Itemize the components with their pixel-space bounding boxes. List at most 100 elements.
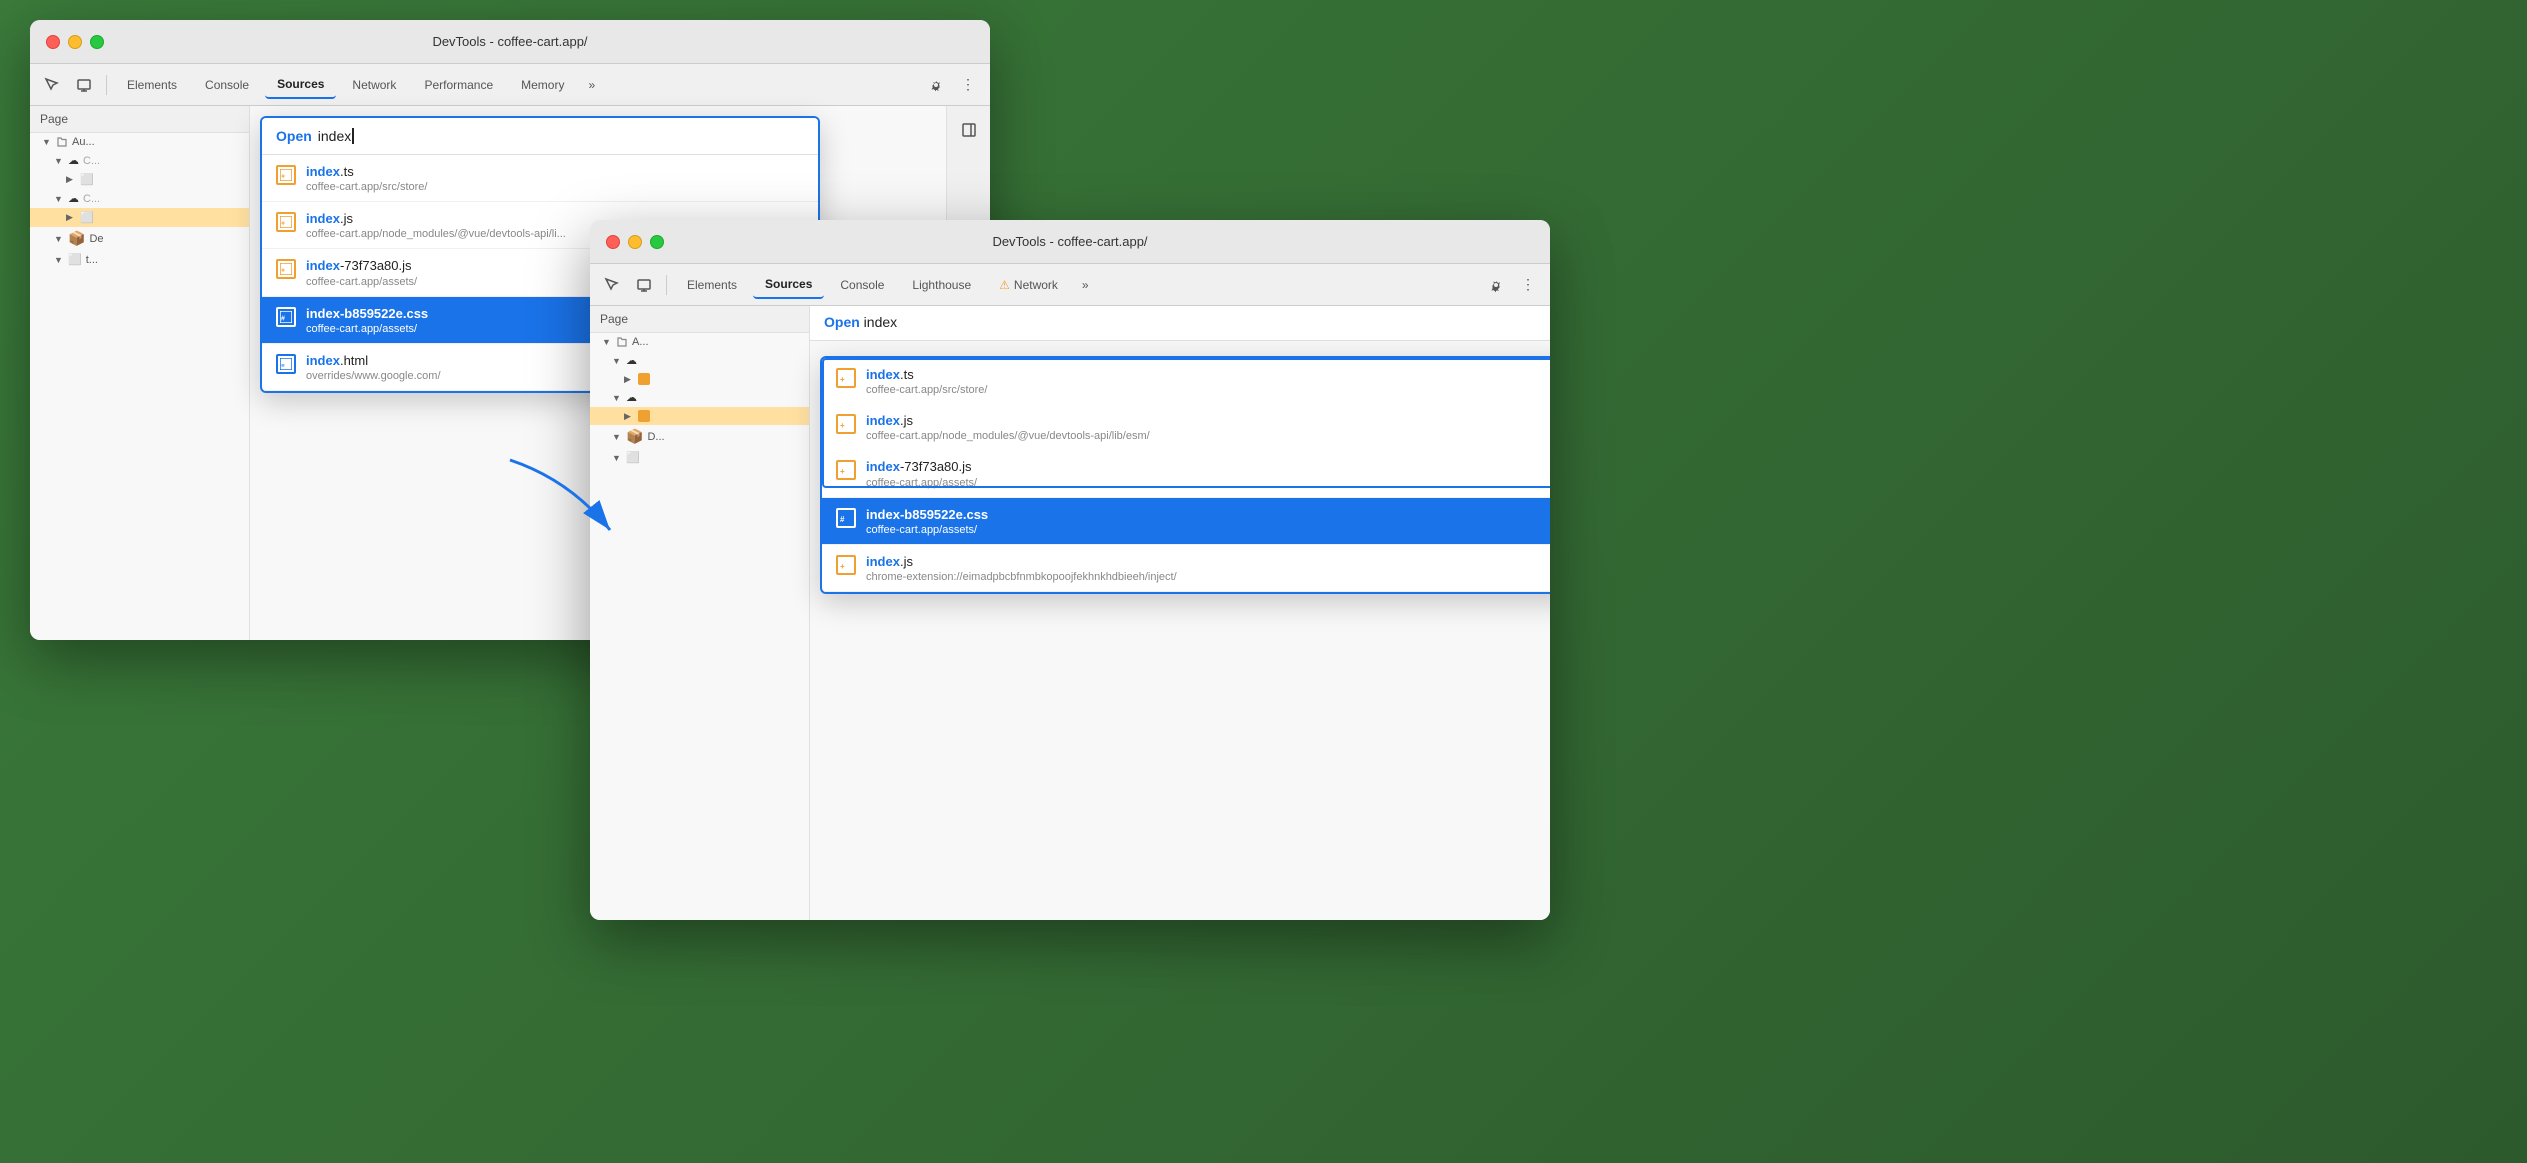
tree-item-2-1[interactable]: ▼ A... bbox=[590, 333, 809, 351]
cursor-1 bbox=[352, 128, 354, 144]
separator-1 bbox=[106, 75, 107, 95]
file-result-2-5[interactable]: + index.js chrome-extension://eimadpbcbf… bbox=[822, 545, 1550, 592]
inspect-icon[interactable] bbox=[38, 71, 66, 99]
file-path-2-2: coffee-cart.app/node_modules/@vue/devtoo… bbox=[866, 430, 1550, 442]
tree-item-2-4[interactable]: ▼ ☁ bbox=[590, 388, 809, 407]
file-icon-js2-1: + bbox=[276, 259, 296, 279]
file-name-2-5: index.js bbox=[866, 553, 1550, 571]
page-tab-2[interactable]: Page bbox=[590, 306, 809, 333]
arrow-indicator bbox=[490, 440, 640, 565]
toolbar-right-2: ⋮ bbox=[1482, 271, 1542, 299]
tab-network-1[interactable]: Network bbox=[340, 72, 408, 98]
more-icon-2[interactable]: ⋮ bbox=[1514, 271, 1542, 299]
svg-text:+: + bbox=[281, 268, 285, 275]
file-result-2-2[interactable]: + index.js coffee-cart.app/node_modules/… bbox=[822, 404, 1550, 450]
tab-overflow-2[interactable]: » bbox=[1074, 274, 1097, 296]
toolbar-1: Elements Console Sources Network Perform… bbox=[30, 64, 990, 106]
svg-text:+: + bbox=[281, 221, 285, 228]
file-name-2-2: index.js bbox=[866, 412, 1550, 430]
tab-memory-1[interactable]: Memory bbox=[509, 72, 576, 98]
highlighted-results: + index.ts coffee-cart.app/src/store/ + bbox=[822, 358, 1550, 450]
tree-item-1[interactable]: ▼ Au... bbox=[30, 133, 249, 151]
device-icon[interactable] bbox=[70, 71, 98, 99]
svg-text:#: # bbox=[281, 315, 285, 322]
open-text-2: index bbox=[864, 314, 897, 330]
settings-icon-2[interactable] bbox=[1482, 271, 1510, 299]
tree-item-2[interactable]: ▼ ☁ C... bbox=[30, 151, 249, 170]
file-name-1-1: index.ts bbox=[306, 163, 804, 181]
minimize-button-1[interactable] bbox=[68, 35, 82, 49]
file-name-2-1: index.ts bbox=[866, 366, 1550, 384]
open-file-dialog-2: + index.ts coffee-cart.app/src/store/ + bbox=[820, 356, 1550, 594]
tab-elements-1[interactable]: Elements bbox=[115, 72, 189, 98]
file-path-2-4: coffee-cart.app/assets/ bbox=[866, 524, 1550, 536]
file-result-2-4[interactable]: # index-b859522e.css coffee-cart.app/ass… bbox=[822, 498, 1550, 545]
tab-performance-1[interactable]: Performance bbox=[412, 72, 505, 98]
svg-text:+: + bbox=[281, 174, 285, 181]
file-result-1-1[interactable]: + index.ts coffee-cart.app/src/store/ bbox=[262, 155, 818, 202]
minimize-button-2[interactable] bbox=[628, 235, 642, 249]
tree-item-6[interactable]: ▼ 📦 De bbox=[30, 227, 249, 250]
file-result-2-3[interactable]: + index-73f73a80.js coffee-cart.app/asse… bbox=[822, 450, 1550, 497]
sidebar-panel-2: Page ▼ A... ▼ ☁ ▶ ▼ ☁ ▶ bbox=[590, 306, 810, 920]
toolbar-right-1: ⋮ bbox=[922, 71, 982, 99]
inspect-icon-2[interactable] bbox=[598, 271, 626, 299]
file-icon-js-2: + bbox=[836, 414, 856, 434]
close-button-2[interactable] bbox=[606, 235, 620, 249]
svg-text:#: # bbox=[840, 515, 845, 524]
maximize-button-1[interactable] bbox=[90, 35, 104, 49]
file-info-2-4: index-b859522e.css coffee-cart.app/asset… bbox=[866, 506, 1550, 536]
file-result-2-1[interactable]: + index.ts coffee-cart.app/src/store/ bbox=[822, 358, 1550, 404]
svg-text:+: + bbox=[840, 467, 845, 476]
tab-console-2[interactable]: Console bbox=[828, 272, 896, 298]
settings-icon-1[interactable] bbox=[922, 71, 950, 99]
window-title-1: DevTools - coffee-cart.app/ bbox=[432, 34, 587, 49]
tab-sources-1[interactable]: Sources bbox=[265, 71, 336, 99]
file-icon-ts-1: + bbox=[276, 165, 296, 185]
devtools-window-2: DevTools - coffee-cart.app/ Elements Sou… bbox=[590, 220, 1550, 920]
toolbar-2: Elements Sources Console Lighthouse ⚠ Ne… bbox=[590, 264, 1550, 306]
svg-text:+: + bbox=[840, 375, 845, 384]
file-icon-ts-2: + bbox=[836, 368, 856, 388]
tree-item-2-2[interactable]: ▼ ☁ bbox=[590, 351, 809, 370]
tree-item-3[interactable]: ▶ ⬜ bbox=[30, 170, 249, 189]
tree-item-7[interactable]: ▼ ⬜ t... bbox=[30, 250, 249, 269]
tab-sources-2[interactable]: Sources bbox=[753, 271, 824, 299]
tab-overflow-1[interactable]: » bbox=[580, 74, 603, 96]
tab-network-2[interactable]: ⚠ Network bbox=[987, 272, 1070, 298]
file-path-2-5: chrome-extension://eimadpbcbfnmbkopoojfe… bbox=[866, 571, 1550, 583]
titlebar-1: DevTools - coffee-cart.app/ bbox=[30, 20, 990, 64]
tree-item-2-5[interactable]: ▶ bbox=[590, 407, 809, 425]
sidebar-panel-1: Page ▼ Au... ▼ ☁ C... ▶ ⬜ ▼ ☁ C... bbox=[30, 106, 250, 640]
svg-text:+: + bbox=[840, 421, 845, 430]
file-icon-css-1: # bbox=[276, 307, 296, 327]
window-title-2: DevTools - coffee-cart.app/ bbox=[992, 234, 1147, 249]
file-name-2-3: index-73f73a80.js bbox=[866, 458, 1550, 476]
collapse-panel-icon-1[interactable] bbox=[955, 116, 983, 144]
file-icon-js3-2: + bbox=[836, 555, 856, 575]
warning-icon-2: ⚠ bbox=[999, 278, 1010, 292]
svg-text:+: + bbox=[840, 562, 845, 571]
traffic-lights-2 bbox=[606, 235, 664, 249]
maximize-button-2[interactable] bbox=[650, 235, 664, 249]
close-button-1[interactable] bbox=[46, 35, 60, 49]
file-path-2-1: coffee-cart.app/src/store/ bbox=[866, 384, 1550, 396]
file-info-2-3: index-73f73a80.js coffee-cart.app/assets… bbox=[866, 458, 1550, 488]
file-path-2-3: coffee-cart.app/assets/ bbox=[866, 477, 1550, 489]
separator-2 bbox=[666, 275, 667, 295]
tab-console-1[interactable]: Console bbox=[193, 72, 261, 98]
tab-lighthouse-2[interactable]: Lighthouse bbox=[900, 272, 983, 298]
tree-item-4[interactable]: ▼ ☁ C... bbox=[30, 189, 249, 208]
open-text-1: index bbox=[318, 128, 351, 144]
tab-elements-2[interactable]: Elements bbox=[675, 272, 749, 298]
file-info-2-2: index.js coffee-cart.app/node_modules/@v… bbox=[866, 412, 1550, 442]
file-name-2-4: index-b859522e.css bbox=[866, 506, 1550, 524]
more-icon-1[interactable]: ⋮ bbox=[954, 71, 982, 99]
page-tab-1[interactable]: Page bbox=[30, 106, 249, 133]
open-file-input-1[interactable]: Open index bbox=[262, 118, 818, 155]
open-label-1: Open bbox=[276, 128, 312, 144]
tree-item-5[interactable]: ▶ ⬜ bbox=[30, 208, 249, 227]
tree-item-2-3[interactable]: ▶ bbox=[590, 370, 809, 388]
device-icon-2[interactable] bbox=[630, 271, 658, 299]
file-info-2-5: index.js chrome-extension://eimadpbcbfnm… bbox=[866, 553, 1550, 583]
